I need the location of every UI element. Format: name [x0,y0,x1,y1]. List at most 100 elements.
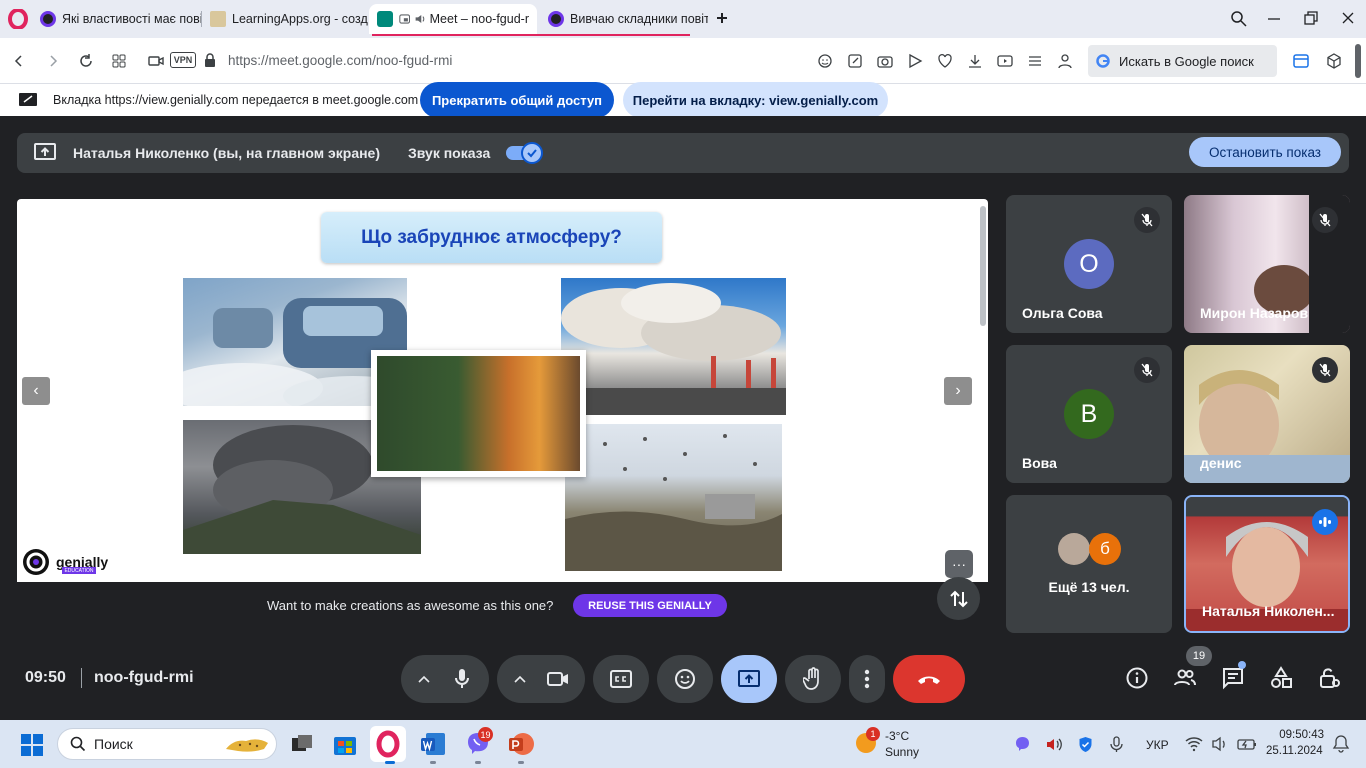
volume-mixer-icon[interactable] [1045,736,1063,753]
easy-setup-icon[interactable] [1026,52,1044,70]
new-tab-plus-icon[interactable] [714,10,730,26]
address-scrollbar[interactable] [1355,44,1361,78]
reload-icon[interactable] [77,52,95,70]
people-icon[interactable] [1173,666,1197,690]
more-participants-label: Ещё 13 чел. [1048,579,1130,595]
mic-muted-icon [1134,357,1160,383]
tab-air-components[interactable]: Вивчаю складники повітр [540,4,708,34]
participant-tile-denys[interactable]: денис [1184,345,1350,483]
profile-icon[interactable] [1056,52,1074,70]
edit-icon[interactable] [846,52,864,70]
powerpoint-icon[interactable] [506,729,536,759]
player-icon[interactable] [996,52,1014,70]
genially-logo-icon [23,549,49,575]
close-icon[interactable] [1340,10,1356,26]
chat-icon[interactable] [1221,666,1245,690]
notifications-bell-icon[interactable] [1332,734,1350,754]
landfill-photo [565,424,782,571]
slide-next-arrow[interactable]: › [944,377,972,405]
restore-icon[interactable] [1303,10,1319,26]
viber-running-indicator [475,761,481,764]
speed-dial-grid-icon[interactable] [110,52,128,70]
chat-unread-dot [1238,661,1246,669]
avatar: б [1089,533,1121,565]
tab-meet[interactable]: Meet – noo-fgud-r [369,4,537,34]
camera-site-icon[interactable] [147,52,165,70]
host-controls-lock-icon[interactable] [1317,666,1341,690]
minimize-icon[interactable] [1266,10,1282,26]
more-participants-tile[interactable]: б Ещё 13 чел. [1006,495,1172,633]
microphone-tray-icon[interactable] [1108,736,1125,753]
toggle-check-icon[interactable] [521,142,543,164]
forward-icon[interactable] [44,52,62,70]
participant-tile-natalia[interactable]: Наталья Николен... [1184,495,1350,633]
camera-button[interactable] [533,655,583,703]
participant-tile-vova[interactable]: В Вова [1006,345,1172,483]
microphone-button[interactable] [437,655,487,703]
network-audio-battery[interactable] [1185,736,1257,752]
slide-scrollbar[interactable] [980,206,986,326]
send-icon[interactable] [906,52,924,70]
avatar: О [1064,239,1114,289]
lock-icon[interactable] [204,53,216,68]
tab-properties[interactable]: Які властивості має повіт [32,4,202,34]
tab-title: Meet – noo-fgud-r [429,12,529,26]
swap-view-button[interactable] [937,577,980,620]
stop-presenting-button[interactable]: Остановить показ [1189,137,1341,167]
captions-button[interactable] [593,655,649,703]
stop-sharing-button[interactable]: Прекратить общий доступ [420,82,614,118]
taskbar-time[interactable]: 09:50:43 [1276,729,1324,741]
promo-text: Want to make creations as awesome as thi… [267,598,554,613]
weather-description[interactable]: Sunny [885,745,919,759]
present-screen-icon [738,670,760,687]
weather-temperature[interactable]: -3°C [885,729,909,743]
picture-in-picture-icon[interactable] [399,12,411,26]
microsoft-store-icon[interactable] [330,729,360,759]
tab-learningapps[interactable]: LearningApps.org - созда [202,4,368,34]
search-tabs-icon[interactable] [1230,10,1247,27]
search-icon [70,736,86,752]
url-field[interactable]: https://meet.google.com/noo-fgud-rmi [228,53,452,68]
slide-more-button[interactable]: ··· [945,550,973,578]
leave-call-button[interactable] [893,655,965,703]
mic-muted-icon [1134,207,1160,233]
present-now-button[interactable] [721,655,777,703]
input-language[interactable]: УКР [1146,738,1169,752]
download-icon[interactable] [966,52,984,70]
opera-taskbar-icon[interactable] [370,726,406,762]
viber-tray-icon[interactable] [1014,736,1031,753]
back-icon[interactable] [10,52,28,70]
meeting-info-icon[interactable] [1125,666,1149,690]
security-shield-icon[interactable] [1077,736,1094,753]
avatar [1058,533,1090,565]
taskbar-date[interactable]: 25.11.2024 [1266,745,1323,757]
participant-tile-olga[interactable]: О Ольга Сова [1006,195,1172,333]
wifi-icon [1185,737,1203,752]
sidebar-panel-icon[interactable] [1292,52,1310,70]
go-to-tab-button[interactable]: Перейти на вкладку: view.genially.com [623,82,888,118]
snapshot-icon[interactable] [876,52,894,70]
google-search-field[interactable]: Искать в Google поиск [1088,45,1277,77]
participant-tile-myron[interactable]: Мирон Назаров [1184,195,1350,333]
activities-shapes-icon[interactable] [1269,666,1293,690]
forest-fire-photo [371,350,586,477]
extensions-cube-icon[interactable] [1325,52,1343,70]
slide-prev-arrow[interactable]: ‹ [22,377,50,405]
task-view-icon[interactable] [287,729,317,759]
opera-logo-icon[interactable] [8,9,28,29]
taskbar-search[interactable]: Поиск [57,728,277,760]
captions-icon [610,670,632,688]
tab-title: Які властивості має повіт [62,12,202,26]
participant-name: Мирон Назаров [1200,305,1309,321]
heart-icon[interactable] [936,52,954,70]
reactions-button[interactable] [657,655,713,703]
more-options-button[interactable] [849,655,885,703]
raise-hand-button[interactable] [785,655,841,703]
word-icon[interactable] [418,729,448,759]
google-icon [1096,54,1110,68]
windows-start-icon[interactable] [20,733,44,757]
vpn-badge[interactable]: VPN [170,52,196,68]
speaker-icon[interactable] [414,12,425,26]
reuse-genially-button[interactable]: REUSE THIS GENIALLY [573,594,727,617]
emoji-icon[interactable] [816,52,834,70]
